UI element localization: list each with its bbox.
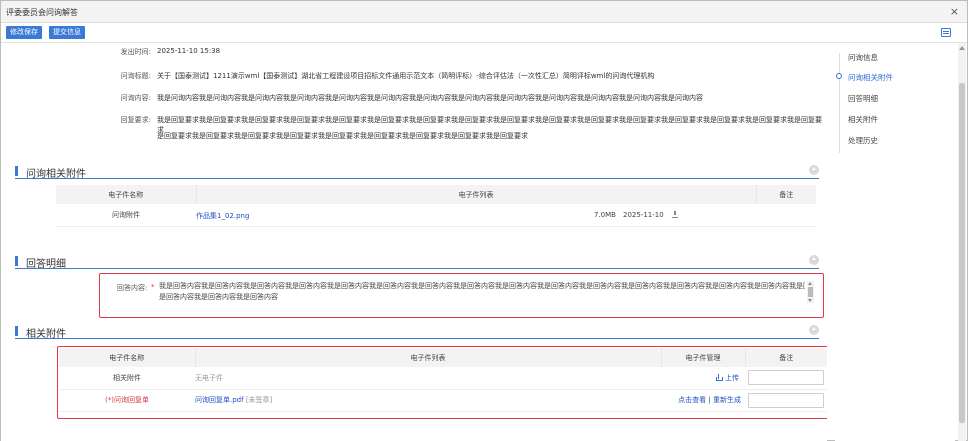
upload-icon[interactable] bbox=[716, 374, 723, 382]
row-name: 问询回复单 bbox=[113, 396, 149, 404]
table-row: 问询附件 作品集1_02.png 7.0MB 2025-11-10 bbox=[56, 204, 816, 227]
close-icon[interactable]: × bbox=[950, 5, 959, 18]
section-inquiry-attachments: 问询相关附件 bbox=[15, 163, 819, 180]
remark-cell bbox=[756, 204, 816, 227]
nav-item-inquiry-info[interactable]: 问询信息 bbox=[848, 52, 878, 63]
table-row: 相关附件 无电子件 上传 bbox=[59, 367, 827, 390]
remark-input[interactable] bbox=[748, 392, 824, 408]
window-title: 评委委员会问询解答 bbox=[6, 8, 78, 17]
section-marker bbox=[15, 256, 18, 266]
scroll-up-icon[interactable] bbox=[808, 282, 812, 285]
col-header-list: 电子件列表 bbox=[196, 185, 757, 204]
col-header-remark: 备注 bbox=[756, 185, 816, 204]
submit-button[interactable]: 提交信息 bbox=[49, 26, 85, 39]
related-attachments-table: 电子件名称 电子件列表 电子件管理 备注 相关附件 无电子件 上传 (*)问询回… bbox=[59, 348, 827, 412]
answer-textarea[interactable]: 我是回答内容我是回答内容我是回答内容我是回答内容我是回答内容我是回答内容我是回答… bbox=[159, 281, 805, 303]
send-time-value: 2025-11-10 15:38 bbox=[157, 47, 221, 55]
toolbar: 修改保存 提交信息 bbox=[1, 23, 967, 43]
view-link[interactable]: 点击查看 bbox=[678, 396, 706, 404]
section-answer: 回答明细 bbox=[15, 253, 819, 270]
col-header-manage: 电子件管理 bbox=[661, 348, 746, 367]
answer-line-2: 是回答内容我是回答内容我是回答内容 bbox=[159, 293, 278, 301]
manage-cell: 点击查看 | 重新生成 bbox=[661, 389, 745, 412]
scroll-thumb[interactable] bbox=[808, 287, 813, 297]
inquiry-attachments-table: 电子件名称 电子件列表 备注 问询附件 作品集1_02.png 7.0MB 20… bbox=[56, 185, 816, 227]
active-dot-icon bbox=[836, 73, 842, 79]
section-title: 问询相关附件 bbox=[26, 169, 86, 180]
file-cell: 问询回复单.pdf [未签章] bbox=[195, 389, 661, 412]
section-marker bbox=[15, 326, 18, 336]
dialog-window: 评委委员会问询解答 × 修改保存 提交信息 发出时间: 2025-11-10 1… bbox=[0, 0, 968, 441]
table-row: (*)问询回复单 问询回复单.pdf [未签章] 点击查看 | 重新生成 bbox=[59, 389, 827, 412]
regenerate-link[interactable]: 重新生成 bbox=[713, 396, 741, 404]
remark-cell bbox=[745, 389, 827, 412]
answer-line-1: 我是回答内容我是回答内容我是回答内容我是回答内容我是回答内容我是回答内容我是回答… bbox=[159, 282, 805, 290]
layout-toggle-icon[interactable] bbox=[941, 28, 951, 37]
link-separator: | bbox=[708, 396, 711, 404]
row-name: 相关附件 bbox=[59, 367, 195, 390]
col-header-name: 电子件名称 bbox=[59, 348, 196, 367]
inquiry-title-value: 关于【国泰测试】1211演示wml【国泰测试】湖北省工程建设项目招标文件通用示范… bbox=[157, 72, 655, 80]
collapse-icon[interactable] bbox=[809, 325, 819, 335]
remark-input[interactable] bbox=[748, 370, 824, 386]
sign-status: [未签章] bbox=[245, 396, 273, 404]
page-scrollbar[interactable] bbox=[958, 43, 966, 441]
file-cell: 作品集1_02.png 7.0MB 2025-11-10 bbox=[196, 204, 756, 227]
collapse-icon[interactable] bbox=[809, 165, 819, 175]
nav-item-answer[interactable]: 回答明细 bbox=[848, 93, 878, 104]
row-name-cell: (*)问询回复单 bbox=[59, 389, 195, 412]
collapse-icon[interactable] bbox=[809, 255, 819, 265]
required-mark: * bbox=[151, 283, 155, 291]
answer-scrollbar[interactable] bbox=[807, 281, 814, 303]
inquiry-content-value: 我是问询内容我是问询内容我是问询内容我是问询内容我是问询内容我是问询内容我是问询… bbox=[157, 94, 703, 102]
upload-cell: 上传 bbox=[661, 367, 745, 390]
section-related-attachments: 相关附件 bbox=[15, 323, 819, 340]
scroll-down-icon[interactable] bbox=[808, 299, 812, 302]
requirement-line-2: 是回复要求我是回复要求我是回复要求我是回复要求我是回复要求我是回复要求我是回复要… bbox=[157, 132, 528, 140]
col-header-name: 电子件名称 bbox=[56, 185, 197, 204]
file-link[interactable]: 问询回复单.pdf bbox=[195, 396, 244, 404]
save-button[interactable]: 修改保存 bbox=[6, 26, 42, 39]
nav-item-history[interactable]: 处理历史 bbox=[848, 135, 878, 146]
required-mark: (*) bbox=[105, 396, 114, 404]
row-name: 问询附件 bbox=[56, 204, 196, 227]
send-time-label: 发出时间: bbox=[120, 48, 151, 56]
file-list-empty: 无电子件 bbox=[195, 367, 661, 390]
scroll-up-icon[interactable] bbox=[959, 46, 965, 50]
section-title: 相关附件 bbox=[26, 329, 66, 340]
nav-item-inquiry-attachments[interactable]: 问询相关附件 bbox=[848, 72, 893, 83]
col-header-remark: 备注 bbox=[745, 348, 827, 367]
download-icon[interactable] bbox=[672, 211, 678, 218]
file-size: 7.0MB bbox=[594, 211, 616, 219]
file-link[interactable]: 作品集1_02.png bbox=[196, 211, 249, 221]
col-header-list: 电子件列表 bbox=[195, 348, 662, 367]
nav-track bbox=[839, 53, 840, 153]
side-navigation: 问询信息 问询相关附件 回答明细 相关附件 处理历史 bbox=[835, 43, 955, 441]
upload-link[interactable]: 上传 bbox=[725, 374, 739, 382]
main-content: 发出时间: 2025-11-10 15:38 问询标题: 关于【国泰测试】121… bbox=[1, 43, 827, 441]
file-date: 2025-11-10 bbox=[623, 211, 664, 219]
requirement-label: 回复要求: bbox=[120, 116, 151, 124]
remark-cell bbox=[745, 367, 827, 390]
inquiry-title-label: 问询标题: bbox=[120, 72, 151, 80]
scroll-thumb[interactable] bbox=[959, 83, 965, 423]
nav-item-related[interactable]: 相关附件 bbox=[848, 114, 878, 125]
section-marker bbox=[15, 166, 18, 176]
section-title: 回答明细 bbox=[26, 259, 66, 270]
inquiry-content-label: 问询内容: bbox=[120, 94, 151, 102]
title-bar: 评委委员会问询解答 × bbox=[1, 1, 967, 23]
answer-label: 回答内容: bbox=[117, 284, 148, 292]
